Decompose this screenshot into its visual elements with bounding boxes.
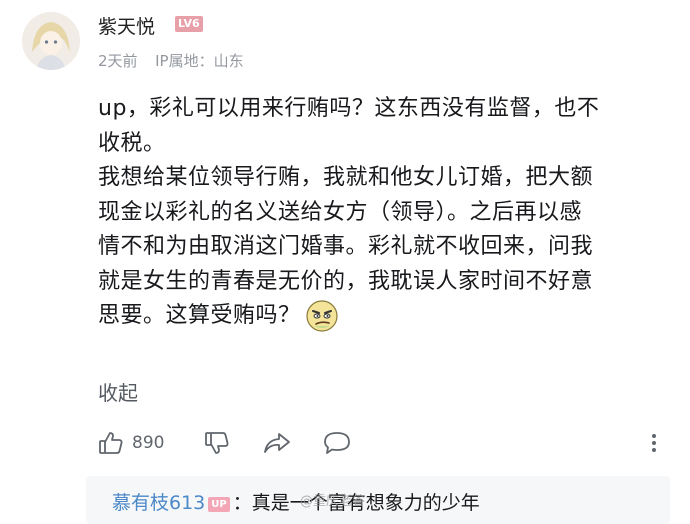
reply-text: 真是一个富有想象力的少年 [251, 492, 480, 514]
more-icon [650, 430, 658, 456]
thumb-down-icon [204, 430, 230, 456]
comment-actions: 890 [98, 428, 668, 458]
comment-line-last: 思要。这算受贿吗？ [98, 299, 673, 334]
comment-line: up，彩礼可以用来行贿吗？这东西没有监督，也不 [98, 96, 600, 121]
comment-line: 情不和为由取消这门婚事。彩礼就不收回来，问我 [98, 234, 594, 259]
comment-meta: 2天前 IP属地：山东 [98, 50, 244, 71]
up-badge: UP [208, 497, 230, 512]
dislike-button[interactable] [204, 428, 230, 458]
comment-text: up，彩礼可以用来行贿吗？这东西没有监督，也不 收税。 我想给某位领导行贿，我就… [98, 92, 673, 334]
comment-line: 思要。这算受贿吗？ [98, 303, 301, 328]
avatar[interactable] [22, 12, 80, 70]
comment-time: 2天前 [98, 52, 138, 70]
like-count: 890 [132, 433, 165, 453]
comment-line: 就是女生的青春是无价的，我耽误人家时间不好意 [98, 268, 594, 294]
watermark: @重庆老谷 [300, 494, 366, 509]
comment-line: 我想给某位领导行贿，我就和他女儿订婚，把大额 [98, 165, 594, 190]
comment-line: 收税。 [98, 130, 166, 156]
comment-line: 现金以彩礼的名义送给女方（领导）。之后再以感 [98, 199, 583, 225]
reply-button[interactable] [323, 428, 351, 458]
level-badge: LV6 [175, 16, 203, 32]
thumb-up-icon [98, 430, 124, 456]
share-button[interactable] [263, 428, 291, 458]
username[interactable]: 紫天悦 [98, 12, 155, 39]
reply-line: 慕有枝613 UP ：真是一个富有想象力的少年 [112, 488, 480, 515]
more-button[interactable] [650, 428, 658, 458]
collapse-button[interactable]: 收起 [98, 377, 138, 406]
reply-separator: ： [232, 492, 252, 514]
reply-username[interactable]: 慕有枝613 [112, 492, 205, 514]
reply-preview[interactable]: 慕有枝613 UP ：真是一个富有想象力的少年 [86, 476, 670, 524]
smirk-emoji-icon [305, 299, 339, 333]
like-button[interactable]: 890 [98, 428, 164, 458]
reply-icon [323, 430, 351, 456]
share-icon [263, 430, 291, 456]
ip-location: IP属地：山东 [155, 52, 244, 70]
